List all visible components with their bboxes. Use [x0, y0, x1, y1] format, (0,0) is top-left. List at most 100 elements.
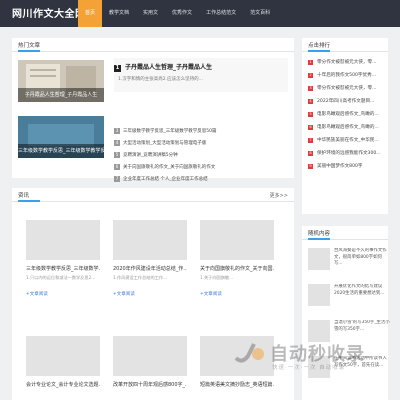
read-more-link[interactable]: +文章阅读 [26, 291, 100, 297]
card-image [26, 336, 100, 376]
card-image [113, 220, 187, 260]
site-logo[interactable]: 网川作文大全网 [12, 5, 86, 20]
hot-thumb-2-caption: 三年级数学教学反思_三年级数学教学反思5篇 [18, 144, 104, 158]
article-card[interactable]: 关于向国旗敬礼的作文_关于向国... 1.关于向国旗敬... +文章阅读 [200, 220, 274, 297]
rank-item-text: 2022年四川高考作文题目... [317, 99, 375, 104]
rank-list-item[interactable]: 1 零分作文被怼被元大侠，零... [302, 56, 388, 69]
hot-item-text: 企业年度工作总结 个人_企业年度工作总结 [123, 177, 208, 182]
random-item-image [308, 284, 330, 306]
random-item[interactable]: 台风海葵是不久的事作文作文，很简单如800字如何写... [308, 248, 390, 288]
article-card[interactable]: 2020年作风建设年活动总结_作... 1.作风建设工作总结的工作... +文章… [113, 220, 187, 297]
rank-list-item[interactable]: 9 美丽中国梦作文800字 [302, 160, 388, 173]
hot-thumb-1[interactable]: 子丹霞品人生哲理_子丹霞品人生 [18, 60, 104, 102]
rank-item-text: 美丽中国梦作文800字 [317, 164, 363, 169]
hot-list-item[interactable]: 4 大型活动策划_大型活动策划与管理电子版 [114, 138, 288, 150]
hot-articles-header: 热门文章 [12, 38, 294, 52]
nav-home[interactable]: 首页 [78, 0, 103, 27]
card-title[interactable]: 改革开放四十周年观后感800字_... [113, 381, 187, 388]
rank-badge: 1 [308, 60, 313, 65]
hot-thumb-2[interactable]: 三年级数学教学反思_三年级数学教学反思5篇 [18, 116, 104, 158]
rank-list-item[interactable]: 5 电影鸟瞰观后感作文_鸟瞰的... [302, 108, 388, 121]
hot-list-item[interactable]: 6 关于向国旗敬礼的作文_关于向国旗敬礼的作文 [114, 162, 288, 174]
rank-list-item[interactable]: 3 零分作文被怼被元大侠，零... [302, 82, 388, 95]
rank-badge: 3 [114, 127, 120, 134]
hot-articles-title: 热门文章 [18, 43, 41, 52]
main-nav: 首页 教学文档 实用文 优秀作文 工作总结范文 范文百科 [78, 0, 277, 27]
nav-teaching[interactable]: 教学文档 [102, 0, 136, 27]
rank-badge: 7 [308, 138, 313, 143]
hot-list-item[interactable]: 3 三年级数学教学反思_三年级数学教学反思50篇 [114, 126, 288, 138]
rank-item-text: 电影鸟瞰观后感作文_鸟瞰的... [317, 112, 379, 117]
random-item-text: 台风海葵是不久的事作文作文，很简单如800字如何写... [334, 248, 387, 266]
card-title[interactable]: 三年级数学教学反思_三年级数学... [26, 265, 100, 272]
featured-rank-badge: 1 [114, 65, 121, 72]
watermark-overlay: 自动秒收录 快速·一次·一次 自动收录 [226, 336, 396, 376]
card-desc: 1.关于向国旗敬... [200, 275, 234, 280]
nav-encyclopedia[interactable]: 范文百科 [243, 0, 277, 27]
card-title[interactable]: 短篇英语美文摘抄励志_英语短篇... [200, 381, 274, 388]
card-desc: 1.作风建设工作总结的工作... [113, 275, 168, 280]
nav-essays[interactable]: 优秀作文 [165, 0, 199, 27]
rank-item-text: 中华民族美丽在作文_中华民... [317, 138, 379, 143]
hot-articles-list: 3 三年级数学教学反思_三年级数学教学反思50篇 4 大型活动策划_大型活动策划与管… [114, 126, 288, 186]
top-nav-bar: 网川作文大全网 首页 教学文档 实用文 优秀作文 工作总结范文 范文百科 [0, 0, 400, 27]
nav-work-summary[interactable]: 工作总结范文 [199, 0, 243, 27]
rank-badge: 4 [114, 139, 120, 146]
news-header: 资讯 更多>> [12, 188, 294, 202]
rank-item-text: 十年后的我作文500字优秀... [317, 73, 377, 78]
rank-item-text: 电影鸟瞰观后感作文_鸟瞰的... [317, 125, 379, 130]
nav-practical[interactable]: 实用文 [136, 0, 165, 27]
random-item-image [308, 248, 330, 270]
rank-list-item[interactable]: 2 十年后的我作文500字优秀... [302, 69, 388, 82]
hot-list-item[interactable]: 5 竞聘演讲_竞聘演讲稿5分钟 [114, 150, 288, 162]
card-title[interactable]: 关于向国旗敬礼的作文_关于向国... [200, 265, 274, 272]
random-content-header: 随机内容 [302, 226, 388, 240]
click-ranking-list: 1 零分作文被怼被元大侠，零... 2 十年后的我作文500字优秀... 3 零分作文… [302, 52, 388, 173]
watermark-sub-text: 快速·一次·一次 自动收录 [272, 365, 346, 371]
card-title[interactable]: 2020年作风建设年活动总结_作... [113, 265, 187, 272]
click-ranking-header: 点击排行 [302, 38, 388, 52]
rank-list-item[interactable]: 6 电影鸟瞰观后感作文_鸟瞰的... [302, 121, 388, 134]
rank-list-item[interactable]: 4 2022年四川高考作文题目... [302, 95, 388, 108]
random-item[interactable]: 开展优化作文的结写建议2020生活的重要想达到... [308, 284, 390, 324]
rank-badge: 5 [114, 151, 120, 158]
rank-badge: 5 [308, 112, 313, 117]
news-title: 资讯 [18, 193, 41, 202]
rank-item-text: 零分作文被怼被元大侠，零... [317, 60, 377, 65]
rank-badge: 3 [308, 86, 313, 91]
hot-item-text: 大型活动策划_大型活动策划与管理电子版 [123, 141, 207, 146]
random-content-title: 随机内容 [308, 231, 331, 240]
random-item-text: 开展优化作文的结写建议2020生活的重要想达到... [334, 284, 385, 296]
card-image [200, 220, 274, 260]
rank-badge: 8 [308, 151, 313, 156]
hot-list-item[interactable]: 7 企业年度工作总结 个人_企业年度工作总结 [114, 174, 288, 186]
rank-list-item[interactable]: 8 保护环境的远感我能作文300... [302, 147, 388, 160]
card-image [113, 336, 187, 376]
rank-badge: 6 [308, 125, 313, 130]
rank-list-item[interactable]: 7 中华民族美丽在作文_中华民... [302, 134, 388, 147]
rank-badge: 4 [308, 99, 313, 104]
read-more-link[interactable]: +文章阅读 [200, 291, 274, 297]
hot-thumb-1-caption: 子丹霞品人生哲理_子丹霞品人生 [18, 88, 104, 102]
article-card[interactable]: 三年级数学教学反思_三年级数学... 1.只以内的运位和减法一数学反思2... … [26, 220, 100, 297]
featured-title-text: 子丹霞品人生哲理_子丹霞品人生 [125, 64, 213, 71]
rank-badge: 2 [308, 73, 313, 78]
article-card[interactable]: 会计专业论文_会计专业论文选题... [26, 336, 100, 388]
rank-badge: 9 [308, 164, 313, 169]
click-ranking-title: 点击排行 [308, 43, 331, 52]
featured-article-title[interactable]: 1 子丹霞品人生哲理_子丹霞品人生 [114, 62, 212, 72]
card-title[interactable]: 会计专业论文_会计专业论文选题... [26, 381, 100, 388]
watermark-logo-icon [234, 343, 264, 363]
read-more-link[interactable]: +文章阅读 [113, 291, 187, 297]
hot-item-text: 三年级数学教学反思_三年级数学教学反思50篇 [123, 129, 217, 134]
hot-item-text: 竞聘演讲_竞聘演讲稿5分钟 [123, 153, 178, 158]
article-card[interactable]: 改革开放四十周年观后感800字_... [113, 336, 187, 388]
card-image [26, 220, 100, 260]
click-ranking-panel: 点击排行 1 零分作文被怼被元大侠，零... 2 十年后的我作文500字优秀... … [302, 38, 388, 214]
rank-item-text: 零分作文被怼被元大侠，零... [317, 86, 377, 91]
featured-article-desc: 1.汉字和情的主张高尚2.应该怎么坚持的... [118, 77, 203, 82]
more-link[interactable]: 更多>> [270, 192, 288, 199]
rank-badge: 6 [114, 163, 120, 170]
card-desc: 1.只以内的运位和减法一数学反思2... [26, 275, 96, 280]
hot-item-text: 关于向国旗敬礼的作文_关于向国旗敬礼的作文 [123, 165, 216, 170]
